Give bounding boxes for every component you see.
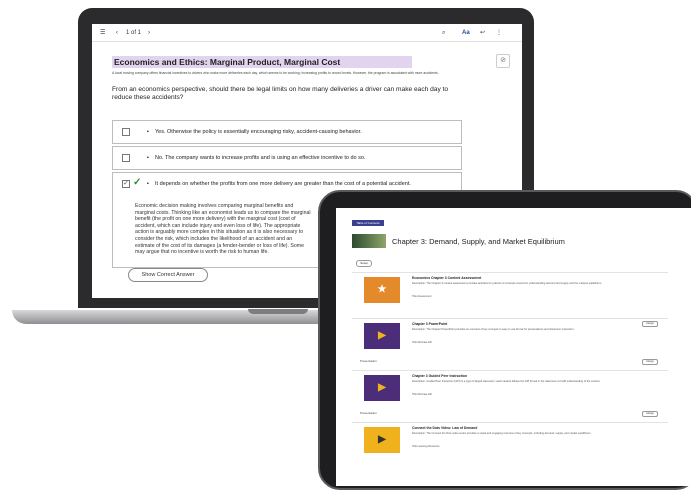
search-icon[interactable]: ⌕ bbox=[442, 28, 445, 38]
answer-option[interactable]: ▪ Yes. Otherwise the policy is essential… bbox=[112, 120, 462, 144]
laptop-notch bbox=[248, 309, 308, 314]
answer-text: No. The company wants to increase profit… bbox=[155, 155, 366, 161]
assign-button[interactable]: Assign bbox=[642, 321, 658, 327]
chapter-header: Table of Contents Chapter 3: Demand, Sup… bbox=[336, 208, 691, 254]
resource-title[interactable]: Chapter 3 Guided Peer Instruction bbox=[412, 374, 467, 378]
tablet-screen: Table of Contents Chapter 3: Demand, Sup… bbox=[336, 208, 691, 486]
resource-card[interactable]: ▶ Chapter 3 PowerPoint Description: The … bbox=[352, 318, 668, 368]
setup-button[interactable]: Setup bbox=[356, 260, 372, 267]
reader-toolbar: ☰ ‹ 1 of 1 › ⌕ Aa ↩ ⋮ bbox=[92, 24, 522, 42]
next-page-icon[interactable]: › bbox=[148, 28, 150, 38]
assessment-thumbnail: ★ bbox=[364, 277, 400, 303]
assign-button[interactable]: Assign bbox=[642, 359, 658, 365]
hide-icon[interactable]: ⊘ bbox=[496, 54, 510, 68]
slides-icon: ▶ bbox=[378, 382, 386, 393]
bullet-icon: ▪ bbox=[147, 155, 149, 161]
resource-meta: Title Assessment bbox=[412, 295, 432, 298]
share-icon[interactable]: ↩ bbox=[480, 28, 485, 38]
resource-card[interactable]: ▶ Connect the Dots Video: Law of Demand … bbox=[352, 422, 668, 472]
correct-check-icon: ✓ bbox=[133, 177, 142, 188]
bullet-icon: ▪ bbox=[147, 181, 149, 187]
resource-description: Description: The Connect the Dots video … bbox=[412, 432, 592, 435]
resource-title[interactable]: Chapter 3 PowerPoint bbox=[412, 322, 447, 326]
video-thumbnail: ▶ bbox=[364, 427, 400, 453]
star-icon: ★ bbox=[377, 284, 387, 295]
resource-description: Description: The Chapter 3 content asses… bbox=[412, 282, 602, 285]
answer-option[interactable]: ▪ No. The company wants to increase prof… bbox=[112, 146, 462, 170]
resource-title[interactable]: Economics Chapter 3 Content Assessment bbox=[412, 276, 481, 280]
menu-icon[interactable]: ☰ bbox=[100, 28, 105, 38]
answer-checkbox[interactable] bbox=[122, 154, 130, 162]
answer-checkbox-checked[interactable]: ✓ bbox=[122, 180, 130, 188]
bullet-icon: ▪ bbox=[147, 129, 149, 135]
chapter-thumbnail bbox=[352, 234, 386, 248]
powerpoint-thumbnail: ▶ bbox=[364, 323, 400, 349]
assign-button[interactable]: Assign bbox=[642, 411, 658, 417]
chapter-title: Chapter 3: Demand, Supply, and Market Eq… bbox=[392, 237, 565, 246]
more-options-icon[interactable]: ⋮ bbox=[496, 28, 502, 38]
gpi-thumbnail: ▶ bbox=[364, 375, 400, 401]
slides-icon: ▶ bbox=[378, 330, 386, 341]
prev-page-icon[interactable]: ‹ bbox=[116, 28, 118, 38]
activity-title: Economics and Ethics: Marginal Product, … bbox=[112, 56, 412, 68]
activity-content: Economics and Ethics: Marginal Product, … bbox=[112, 56, 482, 101]
answer-checkbox[interactable] bbox=[122, 128, 130, 136]
question-text: From an economics perspective, should th… bbox=[112, 86, 449, 101]
answer-text: Yes. Otherwise the policy is essentially… bbox=[155, 129, 362, 135]
resource-title[interactable]: Connect the Dots Video: Law of Demand bbox=[412, 426, 477, 430]
page-indicator: 1 of 1 bbox=[126, 30, 142, 36]
presentation-label: Presentation bbox=[360, 411, 377, 415]
resource-description: Description: The Chapter PowerPoint prov… bbox=[412, 328, 575, 331]
resource-meta: Title McGraw-Hill bbox=[412, 393, 432, 396]
resource-description: Description: Guided Peer Instruction (GP… bbox=[412, 380, 601, 383]
font-size-button[interactable]: Aa bbox=[462, 28, 470, 38]
resource-card[interactable]: ★ Economics Chapter 3 Content Assessment… bbox=[352, 272, 668, 316]
answer-text: It depends on whether the profits from o… bbox=[155, 181, 411, 187]
resource-meta: Title McGraw-Hill bbox=[412, 341, 432, 344]
resource-meta: Title Learning Resource bbox=[412, 445, 440, 448]
activity-intro: A local moving company offers financial … bbox=[112, 71, 439, 75]
presentation-label: Presentation bbox=[360, 359, 377, 363]
toc-button[interactable]: Table of Contents bbox=[352, 220, 384, 226]
resource-card[interactable]: ▶ Chapter 3 Guided Peer Instruction Desc… bbox=[352, 370, 668, 420]
answer-explanation: Economic decision making involves compar… bbox=[135, 203, 311, 256]
show-correct-answer-button[interactable]: Show Correct Answer bbox=[128, 268, 208, 282]
play-icon: ▶ bbox=[378, 434, 386, 445]
